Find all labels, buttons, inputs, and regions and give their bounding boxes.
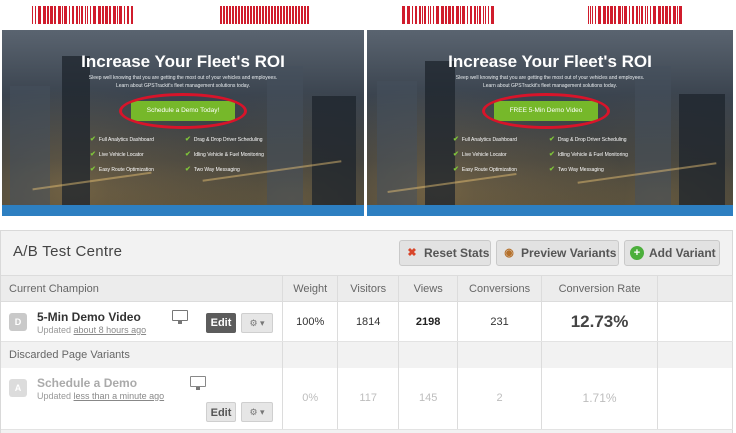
updated-time-link[interactable]: less than a minute ago [74,391,165,401]
check-icon: ✔ [453,136,459,143]
reset-stats-label: Reset Stats [424,246,490,260]
feature-item: ✔ Idling Vehicle & Fuel Monitoring [549,151,628,158]
variant-updated: Updated less than a minute ago [37,390,165,401]
col-weight: Weight [282,275,339,302]
check-icon: ✔ [185,136,191,143]
views-cell: 2198 [398,301,459,342]
weight-cell[interactable]: 100% [282,301,339,342]
preview-variants-label: Preview Variants [521,246,617,260]
variant-name: Schedule a Demo [37,375,138,390]
feature-item: ✔ Live Vehicle Locator [90,151,144,158]
add-variant-label: Add Variant [649,246,716,260]
check-icon: ✔ [90,136,96,143]
discarded-section-row: Discarded Page Variants [1,341,733,368]
views-cell: 145 [398,367,459,430]
redacted-mark [220,6,310,24]
feature-item: ✔ Two Way Messaging [549,166,604,173]
discarded-heading: Discarded Page Variants [1,341,284,368]
add-variant-button[interactable]: + Add Variant [624,240,720,266]
check-icon: ✔ [549,136,555,143]
conversion-rate-cell: 1.71% [541,367,659,430]
redacted-mark [402,6,494,24]
edit-button[interactable]: Edit [206,313,236,333]
preview-variants-button[interactable]: ◉ Preview Variants [496,240,619,266]
feature-item: ✔ Two Way Messaging [185,166,240,173]
preview-subtitle: Sleep well knowing that you are getting … [88,75,278,89]
table-row: D 5-Min Demo Video Updated about 8 hours… [1,301,733,342]
highlight-ring [119,93,247,129]
highlight-ring [482,93,610,129]
variant-preview-a: Increase Your Fleet's ROI Sleep well kno… [2,30,364,216]
variant-preview-d: Increase Your Fleet's ROI Sleep well kno… [367,30,733,216]
monitor-icon[interactable] [172,310,188,324]
weight-cell: 0% [282,367,339,430]
panel-title: A/B Test Centre [13,243,123,260]
spacer-cell [657,367,733,430]
preview-subtitle: Sleep well knowing that you are getting … [455,75,645,89]
feature-item: ✔ Easy Route Optimization [90,166,154,173]
preview-headline: Increase Your Fleet's ROI [81,52,285,71]
preview-footer-bar [367,205,733,216]
feature-item: ✔ Live Vehicle Locator [453,151,507,158]
plus-circle-icon: + [630,246,644,260]
redacted-mark [32,6,133,24]
variant-updated: Updated about 8 hours ago [37,325,147,335]
reset-stats-button[interactable]: ✖ Reset Stats [399,240,491,266]
visitors-cell: 117 [337,367,400,430]
check-icon: ✔ [453,151,459,158]
gear-dropdown-button[interactable]: ⚙ ▾ [241,401,273,422]
check-icon: ✔ [549,166,555,173]
variant-previews: Increase Your Fleet's ROI Sleep well kno… [0,0,736,218]
feature-item: ✔ Idling Vehicle & Fuel Monitoring [185,151,264,158]
variants-table: Current Champion Weight Visitors Views C… [1,275,733,430]
col-current-champion: Current Champion [1,275,284,302]
conversions-cell: 231 [457,301,543,342]
edit-button[interactable]: Edit [206,401,236,422]
feature-item: ✔ Easy Route Optimization [453,166,517,173]
check-icon: ✔ [90,166,96,173]
check-icon: ✔ [453,166,459,173]
feature-item: ✔ Drag & Drop Driver Scheduling [185,136,263,143]
variant-cell: D 5-Min Demo Video Updated about 8 hours… [1,301,284,342]
feature-item: ✔ Full Analytics Dashboard [90,136,154,143]
check-icon: ✔ [90,151,96,158]
reset-stats-icon: ✖ [407,247,417,259]
spacer-cell [657,301,733,342]
check-icon: ✔ [185,166,191,173]
variant-letter-badge: D [9,313,27,331]
table-row: A Schedule a Demo Updated less than a mi… [1,367,733,430]
eye-icon: ◉ [504,247,514,259]
monitor-icon[interactable] [190,375,206,390]
feature-item: ✔ Full Analytics Dashboard [453,136,517,143]
col-conversions: Conversions [457,275,543,302]
variant-name: 5-Min Demo Video [37,310,141,324]
col-views: Views [398,275,459,302]
col-conversion-rate: Conversion Rate [541,275,659,302]
conversion-rate-cell: 12.73% [541,301,659,342]
ab-test-panel: A/B Test Centre ✖ Reset Stats ◉ Preview … [0,230,733,433]
preview-headline: Increase Your Fleet's ROI [448,52,652,71]
variant-letter-badge: A [9,378,27,397]
feature-item: ✔ Drag & Drop Driver Scheduling [549,136,627,143]
col-visitors: Visitors [337,275,400,302]
conversions-cell: 2 [457,367,543,430]
updated-time-link[interactable]: about 8 hours ago [74,325,147,335]
col-spacer [657,275,733,302]
variant-cell: A Schedule a Demo Updated less than a mi… [1,367,284,430]
visitors-cell: 1814 [337,301,400,342]
check-icon: ✔ [185,151,191,158]
table-header: Current Champion Weight Visitors Views C… [1,275,733,302]
redacted-mark [588,6,682,24]
gear-dropdown-button[interactable]: ⚙ ▾ [241,313,273,333]
check-icon: ✔ [549,151,555,158]
preview-footer-bar [2,205,364,216]
